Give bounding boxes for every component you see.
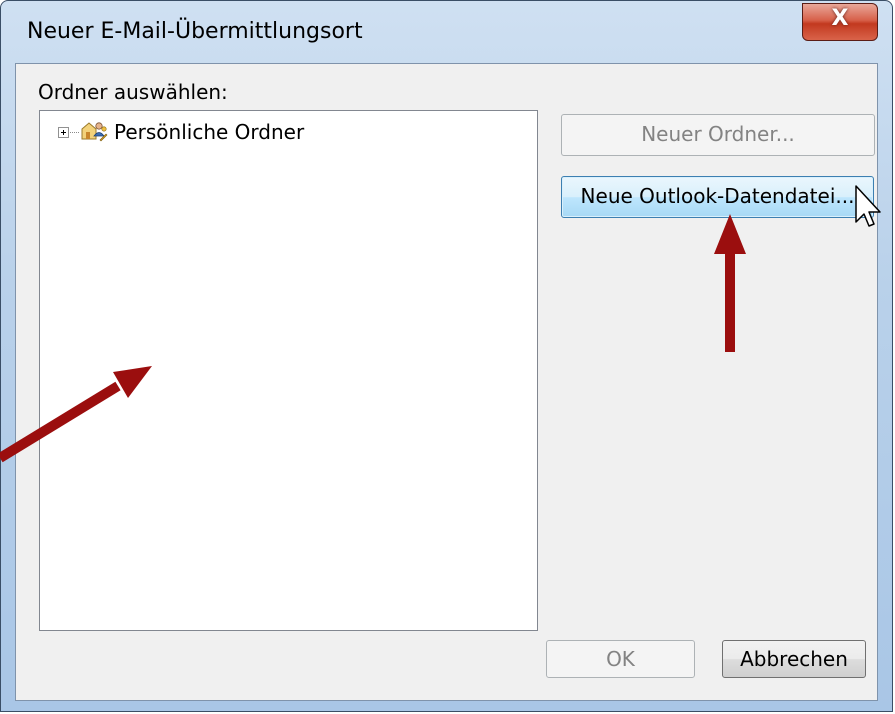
expand-icon[interactable] <box>58 126 69 138</box>
dialog-window: Neuer E-Mail-Übermittlungsort X Ordner a… <box>0 0 893 712</box>
personal-folders-icon <box>81 122 108 142</box>
tree-item-label: Persönliche Ordner <box>114 120 305 144</box>
title-bar[interactable]: Neuer E-Mail-Übermittlungsort X <box>1 1 892 63</box>
dialog-body: Ordner auswählen: Persönliche Ordner Neu… <box>15 63 878 701</box>
cancel-button[interactable]: Abbrechen <box>722 640 866 678</box>
new-folder-button[interactable]: Neuer Ordner... <box>561 114 875 156</box>
folder-select-label: Ordner auswählen: <box>38 80 228 104</box>
window-title: Neuer E-Mail-Übermittlungsort <box>27 19 363 44</box>
close-button[interactable]: X <box>802 3 878 41</box>
tree-item-personal-folders[interactable]: Persönliche Ordner <box>58 119 304 145</box>
close-icon: X <box>831 6 849 31</box>
folder-tree[interactable]: Persönliche Ordner <box>39 110 538 631</box>
new-outlook-datafile-button[interactable]: Neue Outlook-Datendatei... <box>561 176 874 218</box>
ok-button[interactable]: OK <box>546 640 695 678</box>
tree-connector <box>70 131 79 133</box>
